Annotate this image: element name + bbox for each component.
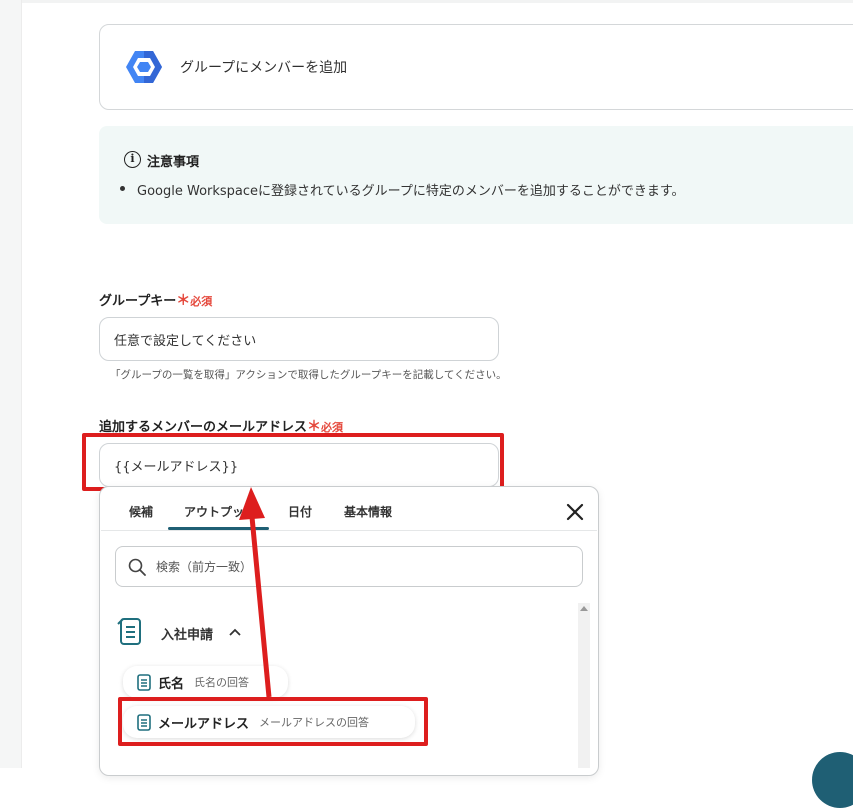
info-icon [124, 151, 141, 168]
tab-candidates[interactable]: 候補 [129, 503, 153, 520]
notice-title: 注意事項 [147, 155, 200, 170]
arrow-annotation [239, 487, 272, 698]
required-mark: ＊ [176, 293, 191, 309]
highlight-email-input [82, 433, 504, 491]
output-item-title: 氏名 [158, 676, 185, 692]
group-key-hint: 「グループの一覧を取得」アクションで取得したグループキーを記載してください。 [110, 369, 507, 381]
tab-date[interactable]: 日付 [288, 503, 312, 520]
search-input[interactable]: 検索（前方一致） [115, 546, 583, 587]
highlight-email-item [118, 697, 428, 746]
search-icon [128, 558, 146, 576]
scrollbar[interactable] [578, 603, 590, 768]
notice-panel [99, 126, 853, 224]
tab-divider [101, 530, 597, 531]
app-action-name: グループにメンバーを追加 [180, 60, 348, 76]
notice-bullet [120, 186, 125, 191]
tab-basic-info[interactable]: 基本情報 [344, 503, 392, 520]
group-key-input[interactable]: 任意で設定してください [99, 317, 499, 361]
group-key-placeholder: 任意で設定してください [114, 333, 257, 349]
top-divider [22, 0, 853, 3]
chat-support-button[interactable] [812, 752, 853, 808]
scroll-up-arrow-icon[interactable] [580, 606, 588, 611]
form-icon [117, 618, 141, 645]
group-key-label: グループキー＊必須 [99, 293, 213, 309]
left-sidebar-strip [0, 0, 22, 768]
google-workspace-logo-icon [126, 51, 162, 83]
required-text: 必須 [190, 295, 213, 308]
close-icon[interactable] [565, 502, 585, 522]
output-group-label[interactable]: 入社申請 [161, 624, 213, 643]
form-icon [137, 673, 151, 691]
notice-item: Google Workspaceに登録されているグループに特定のメンバーを追加す… [137, 184, 685, 199]
